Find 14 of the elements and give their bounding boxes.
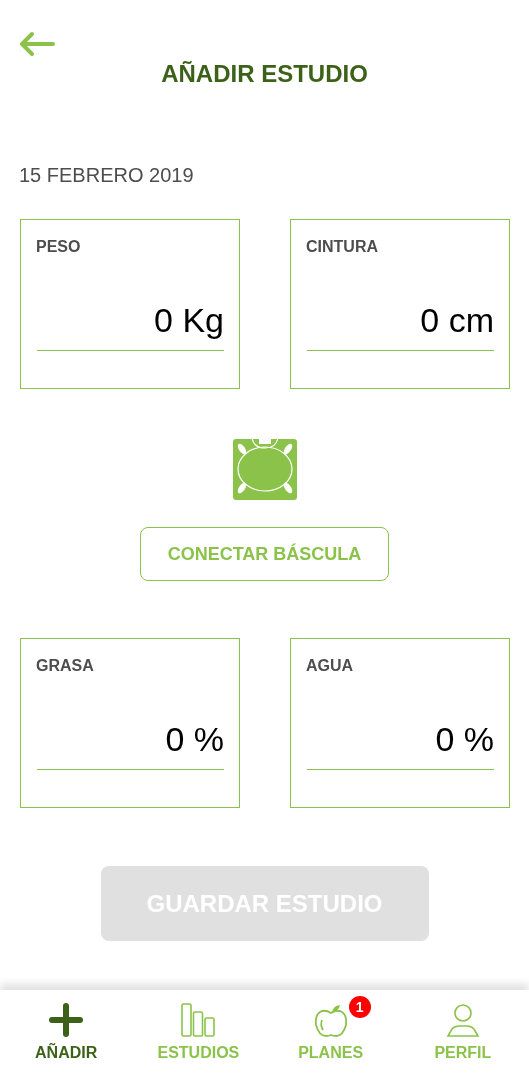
measure-field[interactable]: 0 % <box>37 720 224 770</box>
measure-label: GRASA <box>36 657 95 675</box>
date-label: 15 FEBRERO 2019 <box>19 164 195 187</box>
measure-field[interactable]: 0 % <box>307 720 494 770</box>
measure-label: CINTURA <box>306 238 379 256</box>
measure-label: AGUA <box>306 657 355 675</box>
notification-badge: 1 <box>348 996 371 1018</box>
back-button[interactable] <box>18 30 56 58</box>
measure-field[interactable]: 0 cm <box>307 301 494 351</box>
nav-tab[interactable]: AÑADIR <box>0 990 133 1082</box>
measure-field[interactable]: 0 Kg <box>37 301 224 351</box>
page-title: AÑADIR ESTUDIO <box>160 60 369 88</box>
measure-label: PESO <box>36 238 82 256</box>
nav-tab[interactable]: PLANES 1 <box>264 990 397 1082</box>
